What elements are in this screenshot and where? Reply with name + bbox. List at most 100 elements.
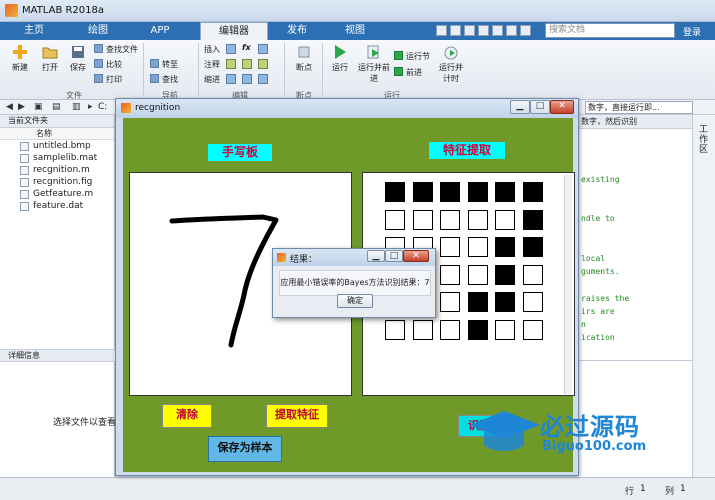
paste-quick-icon[interactable]	[478, 25, 489, 36]
fx-icon[interactable]: fx	[242, 43, 251, 52]
code-line: n	[581, 320, 586, 329]
indent-button[interactable]: 缩进	[204, 74, 220, 85]
open-label: 打开	[42, 63, 58, 72]
feature-panel-scrollbar[interactable]	[564, 175, 572, 394]
current-folder-panel: 当前文件夹 名称 untitled.bmp samplelib.mat recg…	[0, 115, 125, 477]
back-arrow-icon[interactable]: ◀	[6, 102, 13, 112]
feature-cell	[495, 292, 515, 312]
find-files-button[interactable]: 查找文件	[94, 44, 138, 55]
advance-icon	[394, 67, 403, 76]
insert-options-icon[interactable]	[258, 44, 268, 54]
wrap-comment-icon[interactable]	[258, 59, 268, 69]
comment-percent-icon[interactable]	[226, 59, 236, 69]
extract-feature-button[interactable]: 提取特征	[266, 404, 328, 428]
up-folder-icon[interactable]: ▣	[34, 102, 43, 112]
result-dialog: 结果： ▁ □ ✕ 应用最小错误率的Bayes方法识别结果：7 确定	[272, 248, 436, 318]
dialog-close-icon[interactable]: ✕	[403, 250, 429, 262]
goto-button[interactable]: 转至	[150, 59, 178, 70]
run-advance-label: 运行并前进	[358, 63, 390, 83]
watermark: 识别 必过源码 Biguo100.com	[458, 405, 658, 465]
file-item[interactable]: feature.dat	[0, 200, 114, 212]
feature-cell	[440, 237, 460, 257]
tab-publish[interactable]: 发布	[272, 22, 322, 40]
feature-cell	[467, 182, 488, 202]
save-button[interactable]: 保存	[64, 44, 92, 73]
copy-quick-icon[interactable]	[464, 25, 475, 36]
ribbon-separator	[143, 43, 144, 96]
comment-label: 注释	[204, 60, 220, 69]
tab-view[interactable]: 视图	[330, 22, 380, 40]
advance-button[interactable]: 前进	[394, 67, 422, 78]
tab-plots[interactable]: 绘图	[72, 22, 124, 40]
feature-extraction-label: 特征提取	[429, 142, 505, 159]
print-button[interactable]: 打印	[94, 74, 122, 85]
run-section-icon	[394, 51, 403, 60]
command-hint-field[interactable]: 数字，直接运行即...	[585, 101, 693, 114]
undo-quick-icon[interactable]	[492, 25, 503, 36]
cut-quick-icon[interactable]	[450, 25, 461, 36]
new-label: 新建	[12, 63, 28, 72]
file-item[interactable]: samplelib.mat	[0, 152, 114, 164]
login-link[interactable]: 登录	[683, 25, 701, 38]
file-item[interactable]: Getfeature.m	[0, 188, 114, 200]
feature-cell	[385, 319, 405, 340]
file-item[interactable]: recgnition.fig	[0, 176, 114, 188]
insert-section-icon[interactable]	[226, 44, 236, 54]
decrease-indent-icon[interactable]	[258, 74, 268, 84]
feature-cell	[522, 237, 543, 257]
uncomment-icon[interactable]	[242, 59, 252, 69]
open-button[interactable]: 打开	[36, 44, 64, 73]
run-and-advance-button[interactable]: 运行并前进	[358, 44, 390, 84]
new-button[interactable]: 新建	[6, 44, 34, 73]
compare-button[interactable]: 比较	[94, 59, 122, 70]
path-chevron-icon[interactable]: ▸	[88, 102, 93, 112]
feature-cell	[495, 237, 515, 257]
save-quick-icon[interactable]	[436, 25, 447, 36]
ok-button[interactable]: 确定	[337, 294, 373, 308]
editor-pane[interactable]: 数字，然后识别 existing ndle to local guments. …	[577, 115, 693, 360]
run-button[interactable]: 运行	[326, 44, 354, 73]
current-path[interactable]: C:	[98, 102, 107, 112]
minimize-icon[interactable]: ▁	[510, 100, 530, 114]
smart-indent-icon[interactable]	[226, 74, 236, 84]
handwriting-pad-label: 手写板	[208, 144, 272, 161]
file-item[interactable]: untitled.bmp	[0, 140, 114, 152]
feature-cell	[412, 319, 433, 340]
name-column-header[interactable]: 名称	[0, 128, 114, 140]
current-folder-header: 当前文件夹	[0, 115, 114, 128]
run-section-button[interactable]: 运行节	[394, 51, 430, 62]
file-item[interactable]: recgnition.m	[0, 164, 114, 176]
goto-label: 转至	[162, 60, 178, 69]
feature-cell	[467, 209, 488, 230]
browse-folder-icon[interactable]: ▤	[52, 102, 61, 112]
forward-arrow-icon[interactable]: ▶	[18, 102, 25, 112]
find-button[interactable]: 查找	[150, 74, 178, 85]
maximize-icon[interactable]: □	[530, 100, 550, 114]
clear-button[interactable]: 清除	[162, 404, 212, 428]
stopwatch-icon	[444, 46, 458, 60]
dialog-minimize-icon[interactable]: ▁	[367, 250, 385, 262]
m-file-icon	[20, 190, 29, 199]
run-section-label: 运行节	[406, 52, 430, 61]
editor-tab-header[interactable]: 数字，然后识别	[578, 115, 693, 129]
help-quick-icon[interactable]	[520, 25, 531, 36]
close-icon[interactable]: ✕	[550, 100, 574, 114]
indent-label: 缩进	[204, 75, 220, 84]
workspace-sidebar[interactable]: 工作区	[692, 115, 715, 477]
comment-button[interactable]: 注释	[204, 59, 220, 70]
advance-label: 前进	[406, 68, 422, 77]
status-bar: 行 1 列 1	[0, 477, 715, 500]
insert-button[interactable]: 插入	[204, 44, 220, 55]
dialog-maximize-icon[interactable]: □	[385, 250, 403, 262]
run-and-time-button[interactable]: 运行并计时	[436, 44, 466, 84]
increase-indent-icon[interactable]	[242, 74, 252, 84]
tab-apps[interactable]: APP	[138, 22, 182, 40]
breakpoints-button[interactable]: 断点	[290, 44, 318, 73]
redo-quick-icon[interactable]	[506, 25, 517, 36]
save-as-sample-button[interactable]: 保存为样本	[208, 436, 282, 462]
feature-cell	[495, 209, 515, 230]
search-documentation-input[interactable]: 搜索文档	[545, 23, 675, 38]
tab-editor[interactable]: 编辑器	[200, 22, 268, 40]
drive-icon[interactable]: ▥	[72, 102, 81, 112]
tab-home[interactable]: 主页	[10, 22, 58, 40]
